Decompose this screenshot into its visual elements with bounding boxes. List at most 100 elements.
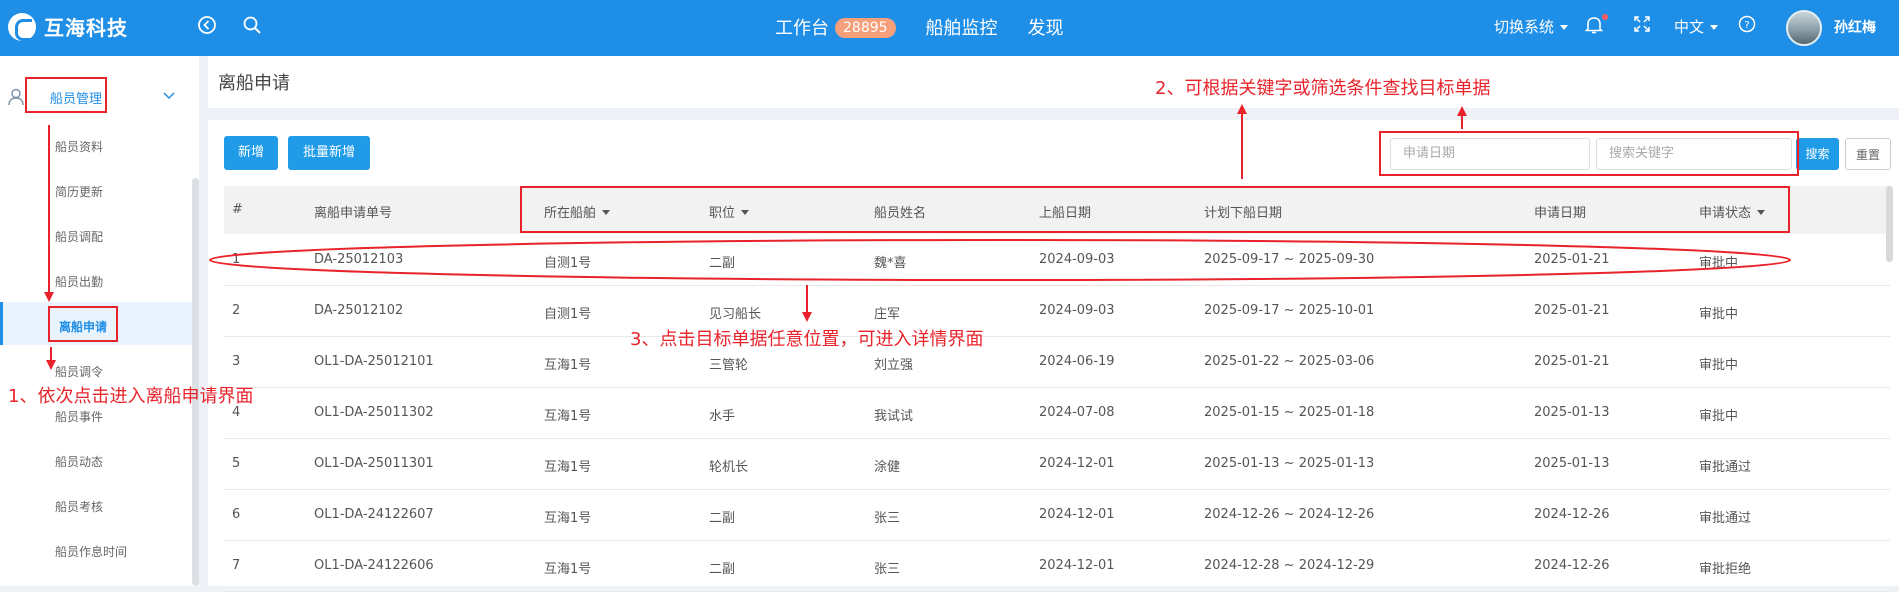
chevron-down-icon bbox=[1710, 25, 1719, 30]
row-vessel: 互海1号 bbox=[544, 409, 592, 424]
row-index: 3 bbox=[232, 354, 241, 369]
row-boarding-date: 2024-06-19 bbox=[1039, 354, 1115, 369]
row-planned-leave-date: 2025-09-17 ~ 2025-10-01 bbox=[1204, 303, 1375, 318]
annotation-box-filters bbox=[520, 186, 1790, 233]
row-application-date: 2024-12-26 bbox=[1534, 507, 1610, 522]
row-crew-name: 涂健 bbox=[874, 460, 901, 475]
table-row[interactable]: 5 OL1-DA-25011301 互海1号 轮机长 涂健 2024-12-01 2025-… bbox=[224, 439, 1890, 490]
annotation-arrow-step1b bbox=[46, 360, 56, 370]
row-application-date: 2024-12-26 bbox=[1534, 558, 1610, 573]
row-position: 轮机长 bbox=[709, 460, 749, 475]
row-crew-name: 张三 bbox=[874, 511, 901, 526]
row-application-date: 2025-01-13 bbox=[1534, 405, 1610, 420]
reset-button[interactable]: 重置 bbox=[1845, 138, 1891, 170]
row-boarding-date: 2024-12-01 bbox=[1039, 558, 1115, 573]
row-position: 二副 bbox=[709, 562, 736, 577]
row-vessel: 互海1号 bbox=[544, 460, 592, 475]
table-row[interactable]: 7 OL1-DA-24122606 互海1号 二副 张三 2024-12-01 2024-1… bbox=[224, 541, 1890, 592]
page-title: 离船申请 bbox=[218, 73, 290, 94]
row-position: 二副 bbox=[709, 511, 736, 526]
row-position: 水手 bbox=[709, 409, 736, 424]
sidebar-item-crew-activity[interactable]: 船员动态 bbox=[55, 453, 103, 470]
nav-workbench[interactable]: 工作台 28895 bbox=[775, 14, 896, 40]
annotation-ellipse-row bbox=[209, 239, 1791, 281]
row-status: 审批中 bbox=[1699, 307, 1739, 322]
nav-workbench-label: 工作台 bbox=[775, 18, 829, 39]
sidebar-item-crew-order[interactable]: 船员调令 bbox=[55, 363, 103, 380]
row-application-date: 2025-01-21 bbox=[1534, 303, 1610, 318]
username[interactable]: 孙红梅 bbox=[1834, 17, 1876, 37]
sidebar-item-crew-dispatch[interactable]: 船员调配 bbox=[55, 228, 103, 245]
annotation-arrow-step3 bbox=[802, 312, 812, 322]
annotation-line-filters bbox=[1241, 113, 1243, 179]
svg-text:?: ? bbox=[1744, 20, 1749, 31]
search-button[interactable]: 搜索 bbox=[1796, 138, 1839, 170]
sidebar-item-crew-assessment[interactable]: 船员考核 bbox=[55, 498, 103, 515]
annotation-arrow-step1 bbox=[44, 292, 54, 302]
top-bar: 互海科技 工作台 28895 船舶监控 发现 切换系统 中文 ? 孙红梅 bbox=[0, 0, 1899, 56]
row-boarding-date: 2024-12-01 bbox=[1039, 507, 1115, 522]
table-row[interactable]: 2 DA-25012102 自测1号 见习船长 庄军 2024-09-03 2025-09-… bbox=[224, 286, 1890, 337]
row-crew-name: 庄军 bbox=[874, 307, 901, 322]
row-application-no: OL1-DA-25011302 bbox=[314, 405, 434, 420]
switch-system-label: 切换系统 bbox=[1494, 18, 1555, 36]
row-index: 5 bbox=[232, 456, 241, 471]
table-row[interactable]: 4 OL1-DA-25011302 互海1号 水手 我试试 2024-07-08 2025-… bbox=[224, 388, 1890, 439]
sidebar-item-crew-profile[interactable]: 船员资料 bbox=[55, 138, 103, 155]
col-index: # bbox=[232, 202, 243, 217]
row-planned-leave-date: 2025-01-15 ~ 2025-01-18 bbox=[1204, 405, 1375, 420]
switch-system-menu[interactable]: 切换系统 bbox=[1494, 16, 1569, 37]
annotation-line-step3 bbox=[806, 285, 808, 315]
row-status: 审批拒绝 bbox=[1699, 562, 1752, 577]
nav-discover[interactable]: 发现 bbox=[1028, 14, 1064, 40]
row-position: 见习船长 bbox=[709, 307, 762, 322]
page-header: 离船申请 bbox=[208, 56, 1899, 108]
row-crew-name: 我试试 bbox=[874, 409, 914, 424]
search-icon[interactable] bbox=[240, 15, 264, 39]
row-planned-leave-date: 2024-12-26 ~ 2024-12-26 bbox=[1204, 507, 1375, 522]
row-status: 审批中 bbox=[1699, 409, 1739, 424]
nav-ship-monitor[interactable]: 船舶监控 bbox=[926, 14, 998, 40]
row-crew-name: 张三 bbox=[874, 562, 901, 577]
annotation-step2: 2、可根据关键字或筛选条件查找目标单据 bbox=[1155, 78, 1491, 99]
annotation-box-leave-application bbox=[48, 306, 118, 342]
row-boarding-date: 2024-12-01 bbox=[1039, 456, 1115, 471]
sidebar-item-resume-update[interactable]: 简历更新 bbox=[55, 183, 103, 200]
row-planned-leave-date: 2025-01-22 ~ 2025-03-06 bbox=[1204, 354, 1375, 369]
language-label: 中文 bbox=[1674, 18, 1705, 36]
user-icon bbox=[8, 88, 26, 106]
row-crew-name: 刘立强 bbox=[874, 358, 914, 373]
fullscreen-icon[interactable] bbox=[1630, 15, 1654, 39]
chevron-down-icon bbox=[1560, 25, 1569, 30]
add-button[interactable]: 新增 bbox=[224, 136, 278, 170]
row-application-no: OL1-DA-24122607 bbox=[314, 507, 434, 522]
chevron-down-icon bbox=[163, 89, 175, 103]
avatar[interactable] bbox=[1786, 10, 1822, 46]
col-application-no: 离船申请单号 bbox=[314, 206, 393, 221]
row-application-date: 2025-01-21 bbox=[1534, 354, 1610, 369]
row-application-date: 2025-01-13 bbox=[1534, 456, 1610, 471]
sidebar-item-crew-schedule[interactable]: 船员作息时间 bbox=[55, 543, 127, 560]
row-boarding-date: 2024-07-08 bbox=[1039, 405, 1115, 420]
table-row[interactable]: 6 OL1-DA-24122607 互海1号 二副 张三 2024-12-01 2024-1… bbox=[224, 490, 1890, 541]
app-name: 互海科技 bbox=[44, 16, 128, 40]
annotation-step3: 3、点击目标单据任意位置，可进入详情界面 bbox=[630, 329, 984, 350]
batch-add-button[interactable]: 批量新增 bbox=[288, 136, 370, 170]
row-index: 6 bbox=[232, 507, 241, 522]
row-application-no: OL1-DA-25012101 bbox=[314, 354, 434, 369]
row-planned-leave-date: 2024-12-28 ~ 2024-12-29 bbox=[1204, 558, 1375, 573]
sidebar-item-crew-attendance[interactable]: 船员出勤 bbox=[55, 273, 103, 290]
language-menu[interactable]: 中文 bbox=[1674, 16, 1719, 37]
help-icon[interactable]: ? bbox=[1735, 15, 1759, 39]
app-logo[interactable]: 互海科技 bbox=[8, 12, 128, 41]
row-index: 7 bbox=[232, 558, 241, 573]
row-status: 审批通过 bbox=[1699, 511, 1752, 526]
row-application-no: OL1-DA-24122606 bbox=[314, 558, 434, 573]
table-row[interactable]: 3 OL1-DA-25012101 互海1号 三管轮 刘立强 2024-06-19 2025… bbox=[224, 337, 1890, 388]
annotation-line-step1 bbox=[48, 125, 50, 295]
row-vessel: 互海1号 bbox=[544, 511, 592, 526]
row-index: 2 bbox=[232, 303, 241, 318]
workbench-count-badge: 28895 bbox=[835, 18, 896, 38]
back-icon[interactable] bbox=[195, 15, 219, 39]
sidebar-item-crew-events[interactable]: 船员事件 bbox=[55, 408, 103, 425]
